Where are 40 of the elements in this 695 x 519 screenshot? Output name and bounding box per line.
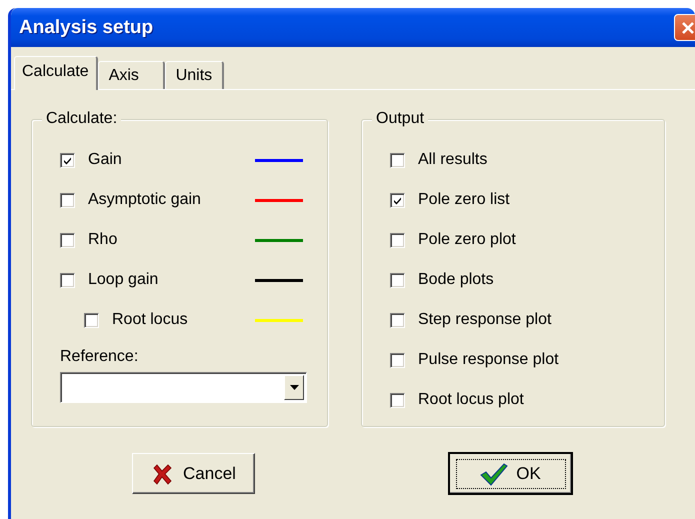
field-label: Reference: <box>60 348 140 366</box>
close-icon <box>680 20 695 36</box>
ok-button[interactable]: OK <box>449 453 572 494</box>
cross-icon <box>151 462 174 484</box>
checkbox-label: Pole zero list <box>418 191 511 209</box>
window-title: Analysis setup <box>18 16 154 38</box>
checkbox[interactable] <box>390 192 405 208</box>
tab[interactable]: Units <box>164 61 224 89</box>
checkmark-icon <box>480 462 508 486</box>
checkbox[interactable] <box>390 152 405 168</box>
checkbox[interactable] <box>60 152 75 168</box>
checkbox-label: Bode plots <box>418 271 495 289</box>
checkbox-label: Loop gain <box>88 271 160 289</box>
checkbox-label: Root locus plot <box>418 391 525 409</box>
checkbox-label: Pulse response plot <box>418 351 560 369</box>
checkbox[interactable] <box>390 352 405 368</box>
checkbox[interactable] <box>390 232 405 248</box>
checkbox-label: Gain <box>88 151 123 169</box>
check-icon <box>63 156 72 164</box>
checkbox-label: Step response plot <box>418 311 552 329</box>
checkbox-label: Rho <box>88 231 118 249</box>
checkbox[interactable] <box>60 192 75 208</box>
cancel-button[interactable]: Cancel <box>132 453 255 494</box>
checkbox[interactable] <box>84 312 99 328</box>
checkbox[interactable] <box>60 232 75 248</box>
check-icon <box>393 196 402 204</box>
checkbox-label: Pole zero plot <box>418 231 517 249</box>
checkbox[interactable] <box>390 392 405 408</box>
caret-icon <box>290 385 298 390</box>
checkbox-label: Root locus <box>112 311 189 329</box>
group-title: Output <box>372 110 428 128</box>
close-button[interactable] <box>674 14 695 41</box>
tab[interactable]: Axis <box>98 61 165 89</box>
dropdown[interactable] <box>60 372 307 403</box>
checkbox-label: All results <box>418 151 488 169</box>
checkbox[interactable] <box>390 272 405 288</box>
tab[interactable]: Calculate <box>14 56 98 90</box>
checkbox[interactable] <box>60 272 75 288</box>
checkbox[interactable] <box>390 312 405 328</box>
checkbox-label: Asymptotic gain <box>88 191 202 209</box>
